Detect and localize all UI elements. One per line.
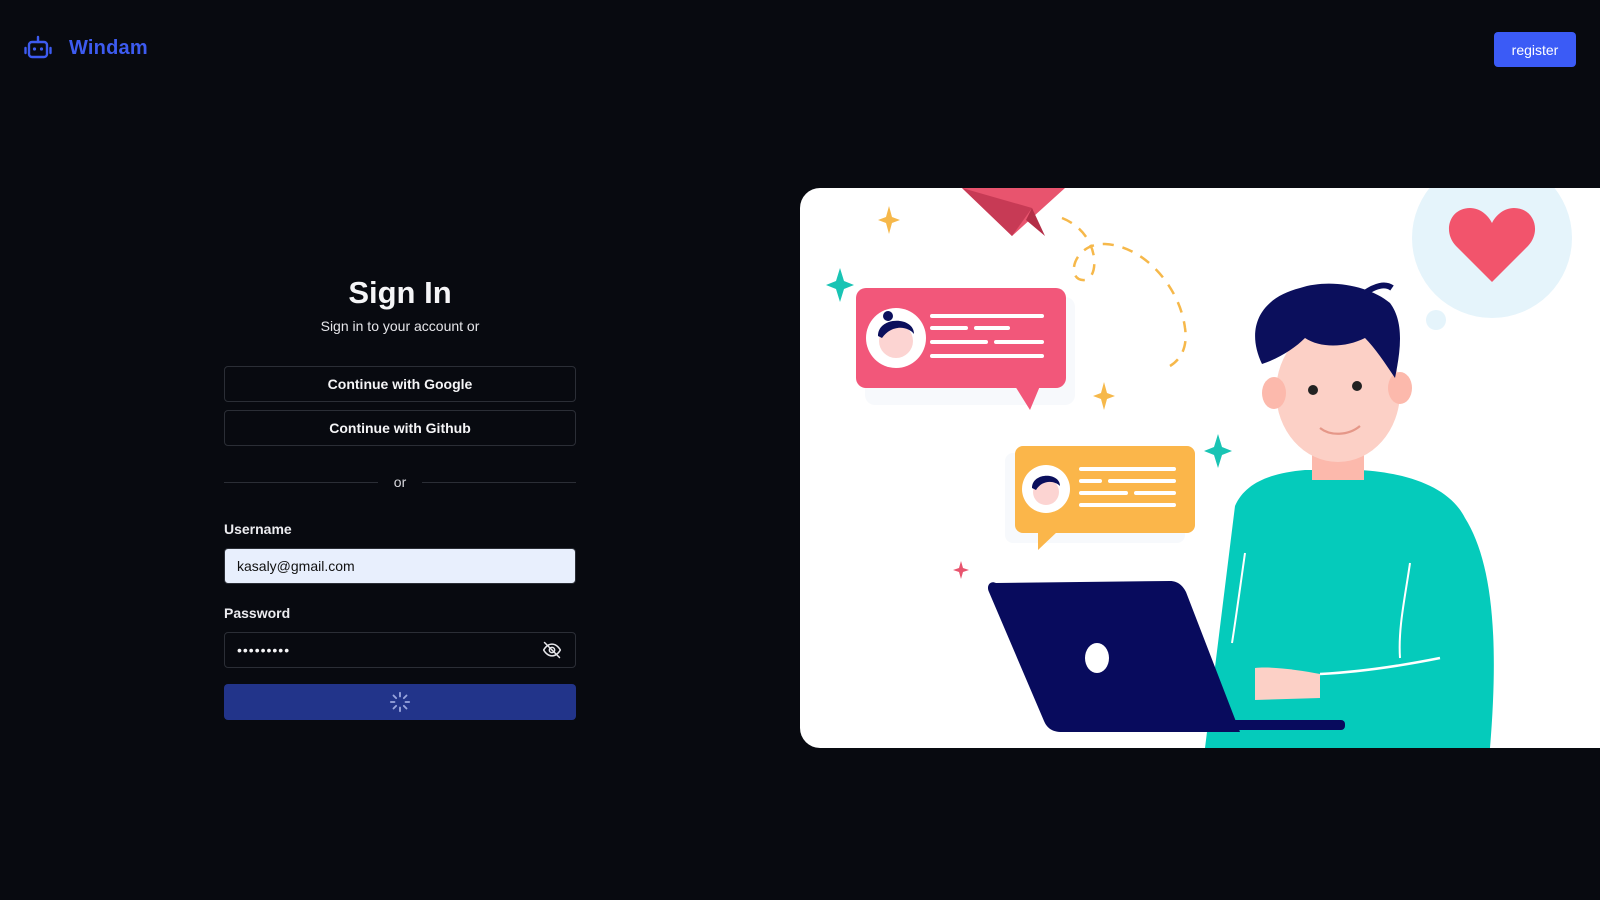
signin-form: Sign In Sign in to your account or Conti… — [224, 272, 577, 720]
person-figure — [1205, 282, 1494, 748]
sparkle-icon — [953, 561, 969, 579]
password-field — [224, 632, 576, 668]
spinner-icon — [389, 691, 411, 713]
divider-text: or — [393, 474, 407, 490]
github-signin-button[interactable]: Continue with Github — [224, 410, 576, 446]
page-title: Sign In — [348, 275, 452, 310]
sparkle-icon — [1204, 434, 1232, 468]
chat-bubble-orange — [1005, 446, 1195, 550]
heart-thought-bubble — [1412, 188, 1572, 330]
sparkle-icon — [826, 268, 854, 302]
password-label: Password — [224, 605, 291, 621]
chat-bubble-pink — [856, 288, 1075, 410]
person-chatting-on-laptop-illustration — [826, 188, 1572, 748]
brand-logo[interactable]: Windam — [24, 34, 148, 62]
robot-icon — [24, 35, 52, 59]
password-input[interactable] — [224, 632, 576, 668]
sparkle-icon — [878, 206, 900, 234]
google-signin-button[interactable]: Continue with Google — [224, 366, 576, 402]
eye-off-icon[interactable] — [542, 640, 562, 660]
register-button[interactable]: register — [1494, 32, 1576, 67]
or-divider: or — [224, 472, 577, 492]
divider-line-left — [224, 481, 378, 483]
page-subtitle: Sign in to your account or — [320, 318, 480, 334]
hero-illustration-panel — [800, 188, 1600, 748]
sparkle-icon — [1093, 382, 1115, 410]
divider-line-right — [422, 481, 577, 483]
username-label: Username — [224, 521, 292, 537]
brand-name: Windam — [69, 36, 148, 59]
paper-plane-icon — [962, 188, 1065, 236]
username-input[interactable] — [224, 548, 576, 584]
signin-submit-button[interactable] — [224, 684, 576, 720]
